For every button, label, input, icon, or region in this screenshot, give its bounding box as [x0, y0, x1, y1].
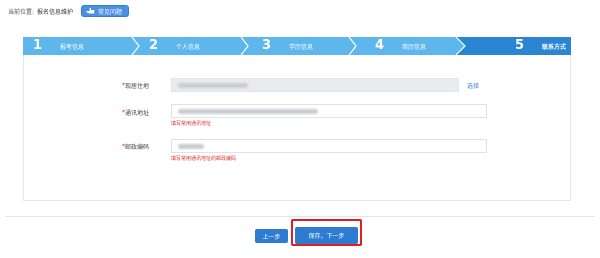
- step-label: 个人信息: [176, 43, 201, 51]
- address-label: 通讯地址: [125, 110, 150, 117]
- select-residence-link[interactable]: 选择: [467, 81, 479, 90]
- step-label: 联系方式: [542, 43, 567, 51]
- form-panel: [23, 37, 571, 201]
- step-progress-bar: 1 报考信息 2 个人信息 3 学历信息 4 简历信息 5 联系方式: [23, 37, 571, 55]
- postcode-field[interactable]: [171, 139, 487, 153]
- step-number: 2: [149, 38, 159, 53]
- step-label: 学历信息: [289, 43, 314, 51]
- address-hint: 填写常用通讯地址: [171, 121, 212, 127]
- breadcrumb: 当前位置: 报名信息维护 常见问题: [8, 5, 130, 17]
- breadcrumb-label: 当前位置:: [8, 8, 35, 16]
- step-number: 4: [375, 38, 385, 53]
- step-5-active: 5 联系方式: [515, 37, 566, 55]
- step-4: 4 简历信息: [375, 37, 426, 55]
- step-number: 1: [33, 38, 43, 53]
- step-3: 3 学历信息: [262, 37, 313, 55]
- address-label-row: * 通讯地址: [122, 108, 149, 117]
- step-label: 简历信息: [402, 43, 427, 51]
- faq-label: 常见问题: [98, 8, 123, 16]
- step-1: 1 报考信息: [33, 37, 84, 55]
- step-number: 3: [262, 38, 272, 53]
- divider: [5, 216, 595, 217]
- step-label: 报考信息: [60, 43, 85, 51]
- save-next-button[interactable]: 保存，下一步: [295, 227, 358, 244]
- pointing-hand-icon: [86, 8, 95, 14]
- step-number: 5: [515, 38, 525, 53]
- postcode-hint: 填写常用通讯地址的邮政编码: [171, 156, 237, 162]
- previous-step-button[interactable]: 上一步: [255, 229, 288, 243]
- faq-button[interactable]: 常见问题: [81, 5, 130, 17]
- step-2: 2 个人信息: [149, 37, 200, 55]
- breadcrumb-current: 报名信息维护: [37, 8, 74, 16]
- postcode-label-row: * 邮政编码: [122, 142, 149, 151]
- postcode-label: 邮政编码: [125, 144, 150, 151]
- address-field[interactable]: [171, 104, 487, 118]
- residence-label: 现居住地: [125, 83, 150, 90]
- residence-label-row: * 现居住地: [122, 81, 149, 90]
- residence-field[interactable]: [171, 78, 459, 92]
